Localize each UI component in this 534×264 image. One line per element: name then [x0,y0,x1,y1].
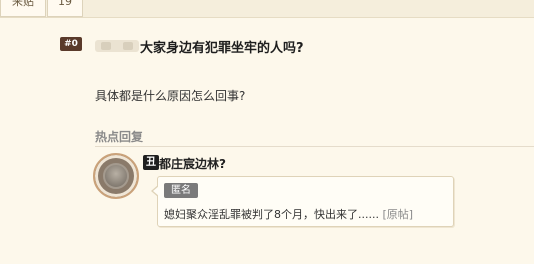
top-toolbar: 来贴 19 [0,0,534,18]
reply-bubble: 匿名 媳妇聚众淫乱罪被判了8个月，快出来了...... [原帖] [151,176,454,227]
toolbar-tab-1[interactable]: 来贴 [0,0,46,17]
thumbs-up-icon[interactable] [101,42,111,50]
vote-buttons[interactable] [95,40,139,52]
hot-replies-heading: 热点回复 [95,130,144,144]
reply-content: 媳妇聚众淫乱罪被判了8个月，快出来了...... [164,208,379,221]
reply-author[interactable]: 都庄宸边林? [159,155,226,172]
thread-page: 来贴 19 #0 大家身边有犯罪坐牢的人吗? 具体都是什么原因怎么回事? 热点回… [0,0,534,264]
floor-badge: #0 [60,37,82,51]
level-badge: 丑 [143,155,159,170]
reply-text: 媳妇聚众淫乱罪被判了8个月，快出来了...... [原帖] [164,206,413,222]
toolbar-tab-2[interactable]: 19 [47,0,83,17]
anonymous-tag: 匿名 [164,183,198,198]
original-post-link[interactable]: [原帖] [382,208,413,221]
thumbs-down-icon[interactable] [123,42,133,50]
post-title: 大家身边有犯罪坐牢的人吗? [140,41,304,56]
avatar[interactable] [93,153,139,199]
divider [95,146,534,147]
post-body: 具体都是什么原因怎么回事? [95,89,246,103]
avatar-image [103,163,129,189]
